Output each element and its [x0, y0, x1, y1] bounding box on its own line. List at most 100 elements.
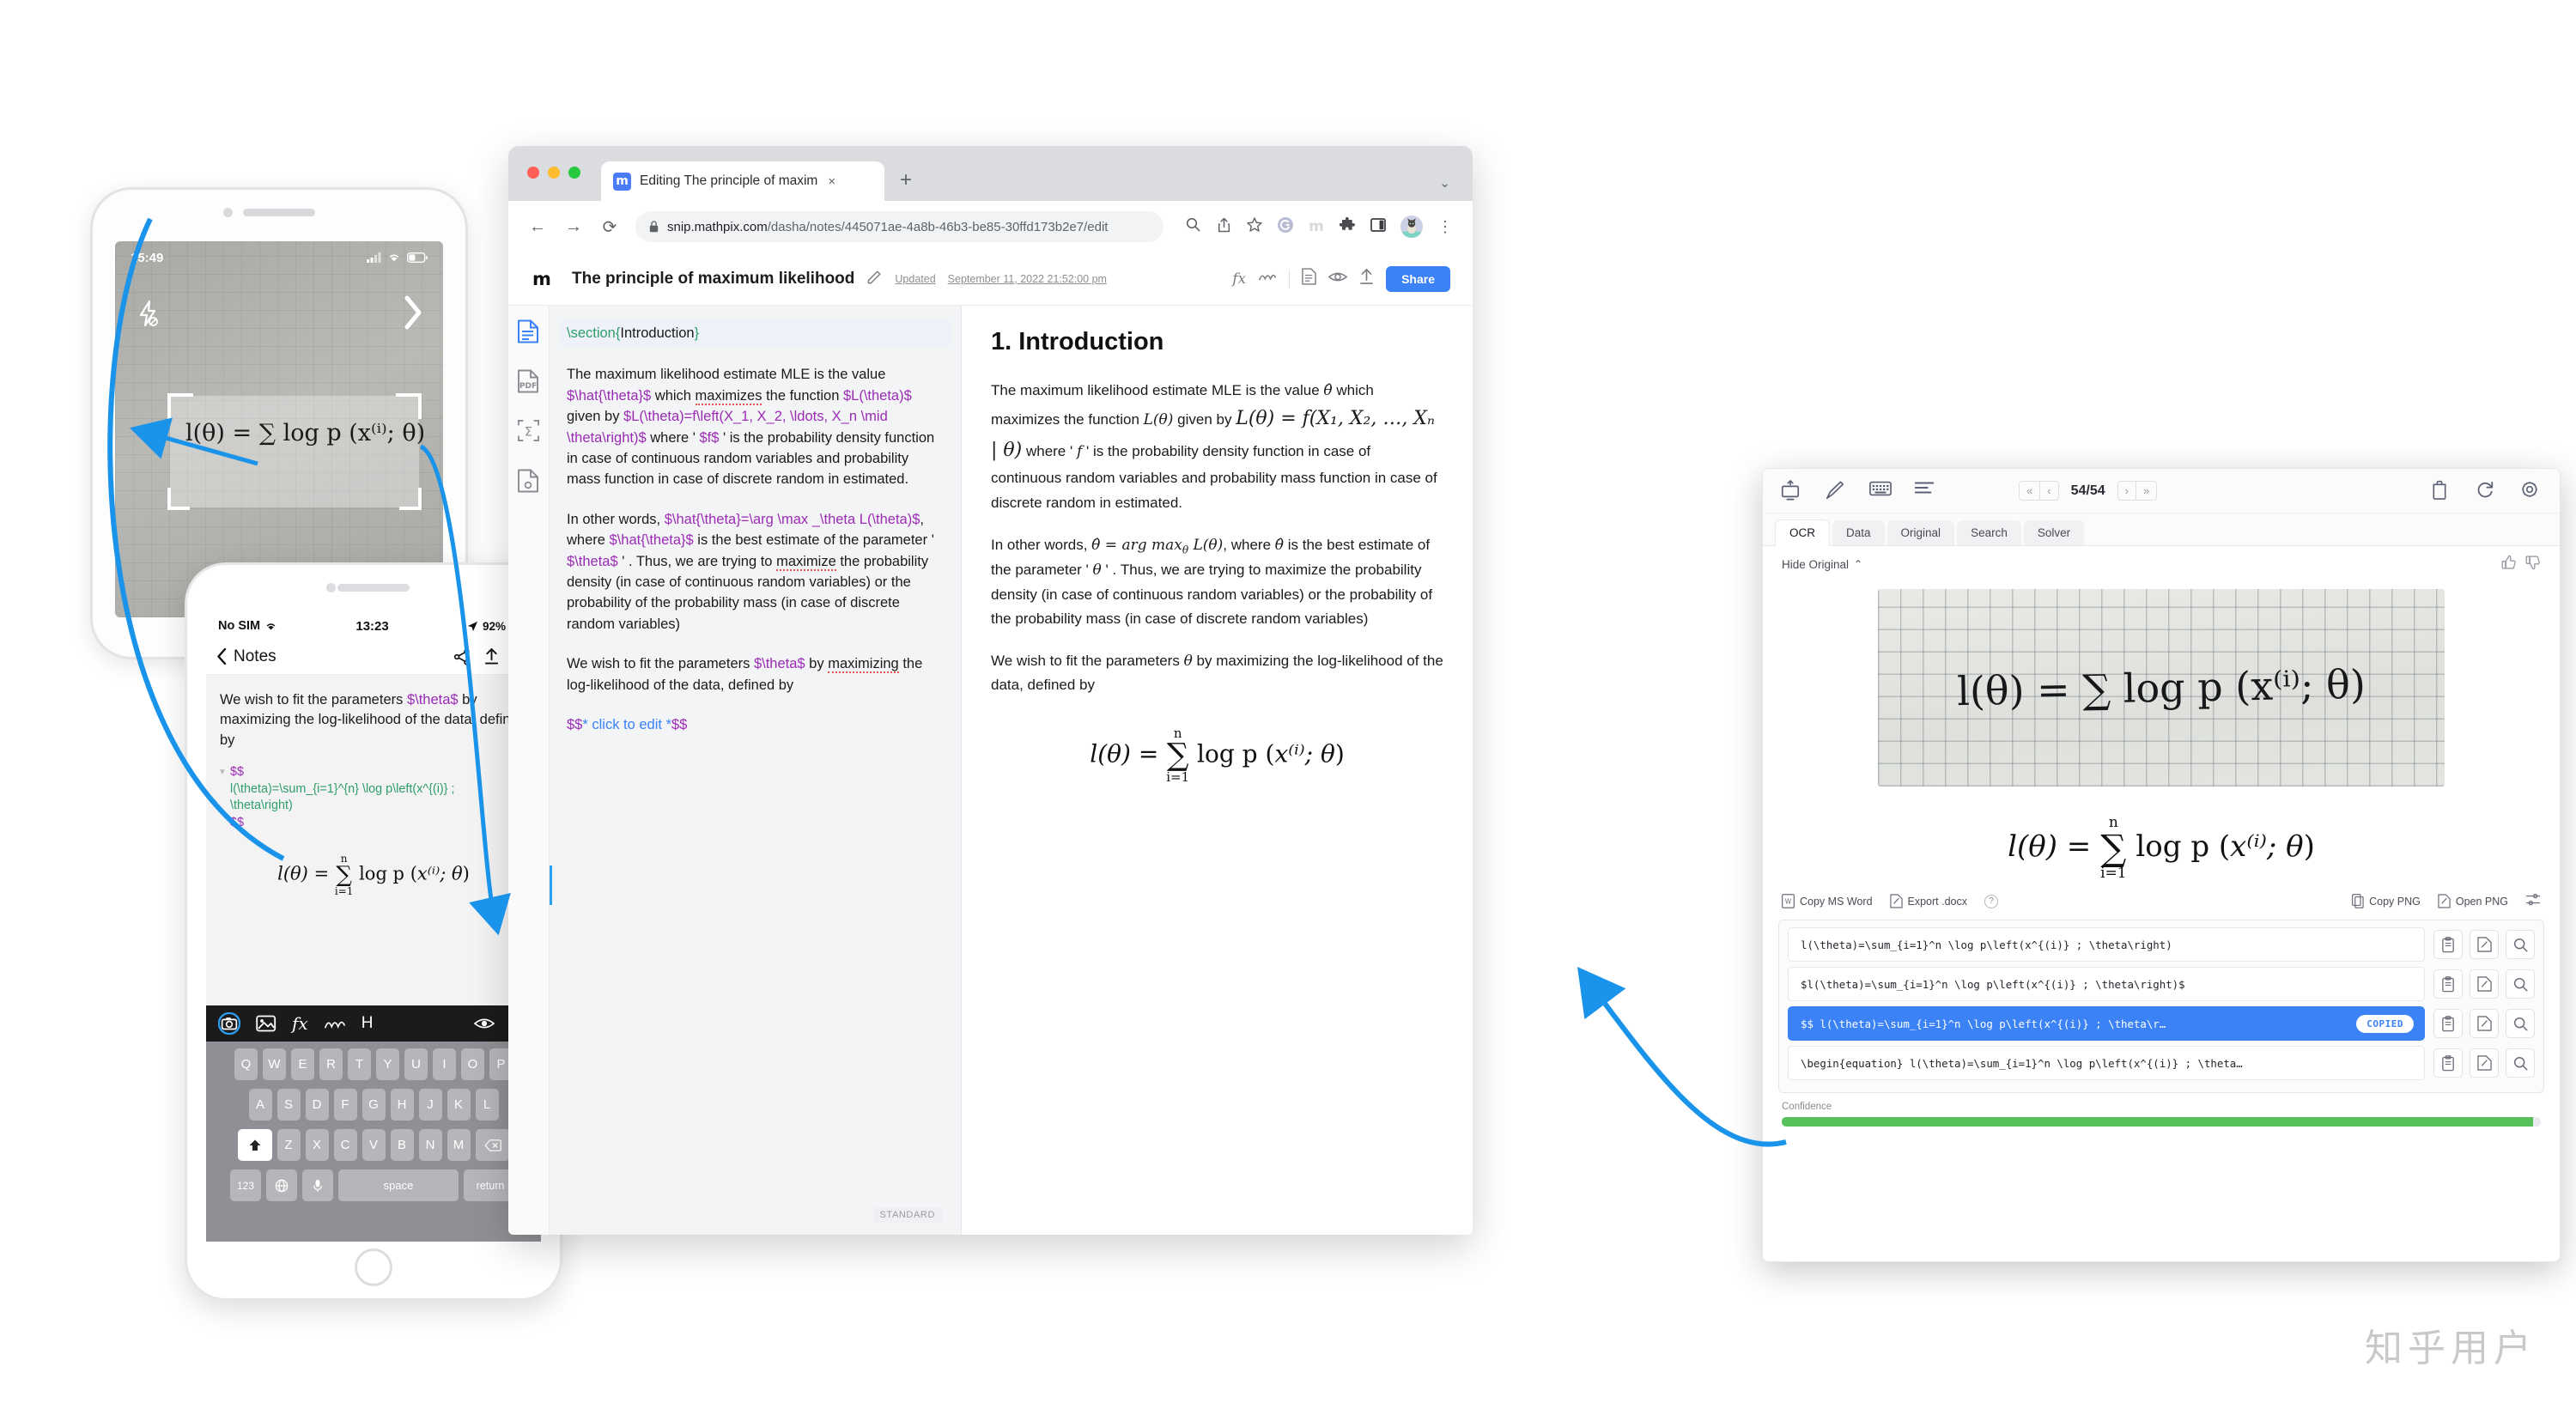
camera-crop-frame[interactable]: l(θ) = ∑ log p (x⁽ⁱ⁾; θ) — [167, 393, 425, 510]
back-button[interactable]: ← — [527, 217, 548, 237]
key-S[interactable]: S — [276, 1089, 301, 1121]
share-node-icon[interactable] — [453, 647, 471, 665]
space-key[interactable]: space — [338, 1169, 459, 1201]
pager-prev-group[interactable]: «‹ — [2019, 481, 2059, 501]
gear-icon[interactable] — [2520, 480, 2543, 502]
snip-original-image[interactable]: l(θ) = ∑ log p (x⁽ⁱ⁾; θ) — [1878, 589, 2445, 787]
help-icon[interactable]: ? — [1984, 894, 1998, 908]
result-latex[interactable]: l(\theta)=\sum_{i=1}^n \log p\left(x^{(i… — [1788, 927, 2425, 962]
tab-search[interactable]: Search — [1957, 520, 2021, 545]
draw-icon[interactable] — [1825, 480, 1847, 502]
camera-viewfinder[interactable]: 15:49 l(θ) = ∑ log p (x⁽ⁱ⁾; θ) — [115, 241, 443, 617]
key-Q[interactable]: Q — [234, 1048, 258, 1080]
hide-original-button[interactable]: Hide Original — [1782, 558, 1849, 571]
refresh-icon[interactable] — [2476, 480, 2498, 502]
key-J[interactable]: J — [418, 1089, 442, 1121]
sidebar-item-pdf[interactable]: PDF — [517, 369, 541, 393]
result-latex[interactable]: $l(\theta)=\sum_{i=1}^n \log p\left(x^{(… — [1788, 967, 2425, 1001]
photo-icon[interactable] — [256, 1014, 276, 1033]
latex-editor[interactable]: \section{Introduction} The maximum likel… — [550, 306, 962, 1235]
search-icon[interactable] — [1184, 217, 1201, 236]
ink-icon[interactable] — [1258, 270, 1277, 288]
key-H[interactable]: H — [390, 1089, 414, 1121]
crop-snip-icon[interactable] — [1780, 479, 1802, 502]
grammarly-icon[interactable] — [1277, 216, 1294, 238]
address-bar[interactable]: snip.mathpix.com/dasha/notes/445071ae-4a… — [635, 211, 1163, 242]
globe-key[interactable] — [266, 1169, 297, 1201]
key-E[interactable]: E — [291, 1048, 314, 1080]
eye-icon[interactable] — [1327, 270, 1348, 288]
edit-icon[interactable] — [2470, 1009, 2499, 1038]
chevron-right-icon[interactable] — [402, 295, 424, 331]
extensions-puzzle-icon[interactable] — [1339, 216, 1356, 237]
pager-next[interactable]: › — [2118, 482, 2136, 500]
editor-click-to-edit[interactable]: $$* click to edit *$$ — [567, 714, 944, 735]
result-row[interactable]: l(\theta)=\sum_{i=1}^n \log p\left(x^{(i… — [1788, 927, 2535, 962]
search-icon[interactable] — [2506, 969, 2535, 999]
share-icon[interactable] — [1215, 217, 1232, 237]
mic-key[interactable] — [302, 1169, 333, 1201]
pager-prev[interactable]: ‹ — [2039, 482, 2057, 500]
key-Y[interactable]: Y — [376, 1048, 399, 1080]
key-W[interactable]: W — [263, 1048, 286, 1080]
paste-icon[interactable] — [2433, 1048, 2463, 1078]
text-lines-icon[interactable] — [1914, 480, 1936, 502]
bookmark-star-icon[interactable] — [1246, 217, 1263, 236]
close-icon[interactable]: × — [828, 174, 835, 189]
phone-keyboard[interactable]: fx H QWERTYUIOP A S D F G H J K L Z X C … — [206, 1005, 541, 1242]
avatar[interactable] — [1400, 216, 1423, 238]
sidebar-item-equations[interactable]: Σ — [517, 419, 541, 443]
key-V[interactable]: V — [361, 1129, 386, 1161]
handwriting-H-icon[interactable]: H — [361, 1014, 374, 1033]
chevron-up-icon[interactable]: ⌃ — [1854, 558, 1862, 570]
backspace-key[interactable] — [475, 1129, 510, 1161]
sidebar-item-document[interactable] — [517, 319, 541, 343]
document-icon[interactable] — [1302, 268, 1316, 289]
new-tab-button[interactable]: + — [900, 168, 912, 192]
key-N[interactable]: N — [418, 1129, 442, 1161]
reload-button[interactable]: ⟳ — [599, 216, 620, 238]
trash-icon[interactable] — [2431, 480, 2453, 502]
key-O[interactable]: O — [461, 1048, 484, 1080]
share-button[interactable]: Share — [1386, 265, 1450, 292]
pager-next-group[interactable]: ›» — [2117, 481, 2158, 501]
key-G[interactable]: G — [361, 1089, 386, 1121]
fx-icon[interactable]: fx — [1232, 270, 1246, 288]
copy-png-button[interactable]: Copy PNG — [2352, 894, 2421, 908]
pencil-square-icon[interactable] — [866, 269, 883, 289]
forward-button[interactable]: → — [563, 217, 584, 237]
browser-menu-icon[interactable]: ⋮ — [1437, 218, 1454, 236]
search-icon[interactable] — [2506, 1009, 2535, 1038]
edit-icon[interactable] — [2470, 969, 2499, 999]
numbers-key[interactable]: 123 — [230, 1169, 261, 1201]
key-A[interactable]: A — [248, 1089, 272, 1121]
upload-icon[interactable] — [484, 647, 499, 665]
result-row[interactable]: $$ l(\theta)=\sum_{i=1}^n \log p\left(x^… — [1788, 1006, 2535, 1041]
camera-icon[interactable] — [218, 1012, 240, 1035]
key-B[interactable]: B — [390, 1129, 414, 1161]
key-K[interactable]: K — [447, 1089, 471, 1121]
collapse-triangle-icon[interactable]: ▼ — [218, 767, 227, 779]
sidebar-item-images[interactable] — [517, 469, 541, 493]
ink-icon[interactable] — [324, 1015, 346, 1032]
keyboard-icon[interactable] — [1869, 480, 1892, 502]
paste-icon[interactable] — [2433, 1009, 2463, 1038]
search-icon[interactable] — [2506, 930, 2535, 959]
chevron-left-icon[interactable] — [216, 647, 227, 665]
side-panel-icon[interactable] — [1370, 217, 1387, 237]
export-docx-button[interactable]: Export .docx — [1889, 894, 1967, 908]
copy-ms-word-button[interactable]: W Copy MS Word — [1782, 894, 1873, 908]
key-I[interactable]: I — [433, 1048, 456, 1080]
key-L[interactable]: L — [475, 1089, 499, 1121]
shift-key[interactable] — [237, 1129, 272, 1161]
chevron-down-icon[interactable]: ⌄ — [1439, 175, 1450, 191]
browser-tab[interactable]: m Editing The principle of maxim × — [601, 161, 884, 201]
key-U[interactable]: U — [404, 1048, 428, 1080]
key-R[interactable]: R — [319, 1048, 343, 1080]
tab-ocr[interactable]: OCR — [1775, 519, 1830, 546]
pager-first[interactable]: « — [2020, 482, 2039, 500]
fx-icon[interactable]: fx — [292, 1013, 308, 1034]
sliders-icon[interactable] — [2525, 893, 2541, 909]
paste-icon[interactable] — [2433, 930, 2463, 959]
key-C[interactable]: C — [333, 1129, 357, 1161]
